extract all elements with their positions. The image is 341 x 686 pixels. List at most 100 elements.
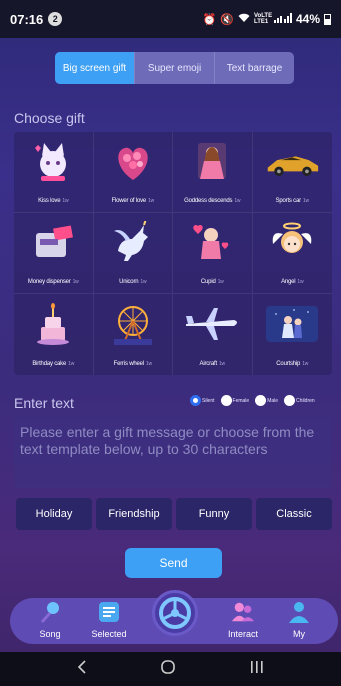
template-funny[interactable]: Funny: [176, 498, 252, 530]
gift-name: Sports car: [275, 198, 302, 204]
nav-my[interactable]: My: [274, 600, 324, 639]
car-icon: [264, 138, 320, 186]
gift-price: 1w: [297, 279, 304, 285]
voice-options: Silent Female Male Children: [190, 395, 318, 406]
ferris-wheel-icon: [105, 300, 161, 348]
battery-icon: [324, 13, 331, 25]
gift-price: 1w: [234, 198, 241, 204]
gift-birthday-cake[interactable]: Birthday cake 1w: [14, 294, 94, 375]
gift-courtship[interactable]: Courtship 1w: [253, 294, 333, 375]
radio-button[interactable]: [190, 395, 201, 406]
send-button[interactable]: Send: [125, 548, 222, 578]
voice-children[interactable]: Children: [284, 395, 315, 406]
nav-label: My: [293, 629, 305, 639]
gift-unicorn[interactable]: Unicorn 1w: [93, 213, 173, 294]
network-label: VoLTE LTE1: [253, 13, 273, 25]
gift-price: 1w: [72, 279, 79, 285]
tab-super-emoji[interactable]: Super emoji: [134, 52, 214, 84]
status-time: 07:16: [10, 11, 44, 27]
enter-text-label: Enter text: [14, 395, 74, 411]
gift-ferris-wheel[interactable]: Ferris wheel 1w: [94, 294, 173, 375]
status-icons: ⏰ 🔇 VoLTE LTE1 44%: [203, 12, 331, 26]
system-nav-bar: [0, 652, 341, 686]
gift-sports-car[interactable]: Sports car 1w: [252, 132, 332, 213]
template-classic[interactable]: Classic: [256, 498, 332, 530]
cupid-icon: [184, 219, 240, 267]
gift-kiss-love[interactable]: Kiss love 1w: [14, 132, 94, 213]
courtship-icon: [264, 300, 320, 348]
gift-name: Cupid: [200, 279, 216, 285]
gift-price: 1w: [62, 198, 69, 204]
radio-button[interactable]: [220, 395, 232, 406]
voice-female[interactable]: Female: [220, 395, 250, 406]
gift-name: Aircraft: [199, 361, 218, 367]
recents-icon[interactable]: [249, 659, 265, 680]
steering-wheel-icon: [159, 597, 191, 629]
wifi-icon: [238, 13, 250, 26]
gift-name: Courtship: [276, 361, 301, 367]
home-icon[interactable]: [160, 659, 176, 680]
nav-label: Song: [39, 629, 61, 639]
gift-flower-of-love[interactable]: Flower of love 1w: [93, 132, 173, 213]
flower-icon: [105, 138, 161, 186]
status-bar: 07:16 2 ⏰ 🔇 VoLTE LTE1 44%: [0, 0, 341, 38]
choose-gift-label: Choose gift: [14, 110, 85, 126]
user-icon: [287, 600, 311, 624]
gift-money-dispenser[interactable]: Money dispenser 1w: [14, 213, 94, 294]
center-play-button[interactable]: [152, 590, 198, 636]
signal-icon: [273, 12, 292, 26]
voice-label: Silent: [202, 397, 215, 404]
gift-cupid[interactable]: Cupid 1w: [173, 213, 253, 294]
tab-big-screen-gift[interactable]: Big screen gift: [55, 52, 134, 84]
cake-icon: [25, 300, 81, 348]
gift-goddess-descends[interactable]: Goddess descends 1w: [173, 132, 253, 213]
angel-icon: [264, 219, 320, 267]
nav-interact[interactable]: Interact: [218, 600, 268, 639]
gift-name: Money dispenser: [27, 279, 71, 285]
alarm-icon: ⏰: [202, 13, 217, 26]
gift-name: Kiss love: [38, 198, 61, 204]
gift-message-input[interactable]: [14, 418, 332, 488]
playlist-icon: [97, 600, 121, 624]
battery-percent: 44%: [295, 12, 320, 26]
gift-grid: Kiss love 1w Flower of love 1w Goddess d…: [14, 132, 332, 375]
gift-name: Unicorn: [119, 279, 139, 285]
aircraft-icon: [184, 300, 240, 348]
screen: 07:16 2 ⏰ 🔇 VoLTE LTE1 44% Big screen gi…: [0, 0, 341, 686]
text-templates: Holiday Friendship Funny Classic: [16, 498, 332, 530]
tab-text-barrage[interactable]: Text barrage: [214, 52, 294, 84]
gift-name: Flower of love: [111, 198, 147, 204]
unicorn-icon: [105, 219, 161, 267]
notification-badge: 2: [48, 12, 63, 26]
voice-label: Female: [232, 397, 250, 404]
goddess-icon: [184, 138, 240, 186]
money-icon: [25, 219, 81, 267]
nav-selected[interactable]: Selected: [84, 600, 134, 639]
back-icon[interactable]: [76, 659, 88, 680]
voice-male[interactable]: Male: [255, 395, 278, 406]
gift-price: 1w: [217, 279, 224, 285]
gift-name: Ferris wheel: [113, 361, 144, 367]
gift-price: 1w: [218, 361, 225, 367]
cat-icon: [25, 138, 81, 186]
gift-aircraft[interactable]: Aircraft 1w: [173, 294, 253, 375]
mute-icon: 🔇: [220, 13, 234, 26]
gift-price: 1w: [140, 279, 147, 285]
microphone-icon: [38, 600, 62, 624]
gift-price: 1w: [148, 198, 155, 204]
gift-price: 1w: [68, 361, 75, 367]
nav-label: Interact: [227, 629, 258, 639]
template-friendship[interactable]: Friendship: [96, 498, 172, 530]
people-icon: [231, 600, 255, 624]
template-holiday[interactable]: Holiday: [16, 498, 92, 530]
radio-button[interactable]: [255, 395, 267, 406]
gift-name: Birthday cake: [32, 361, 67, 367]
gift-name: Goddess descends: [184, 198, 233, 204]
gift-name: Angel: [281, 279, 296, 285]
nav-song[interactable]: Song: [25, 600, 75, 639]
radio-button[interactable]: [284, 395, 296, 406]
gift-angel[interactable]: Angel 1w: [252, 213, 332, 294]
nav-label: Selected: [91, 629, 127, 639]
voice-label: Male: [267, 397, 279, 404]
voice-silent[interactable]: Silent: [190, 395, 215, 406]
